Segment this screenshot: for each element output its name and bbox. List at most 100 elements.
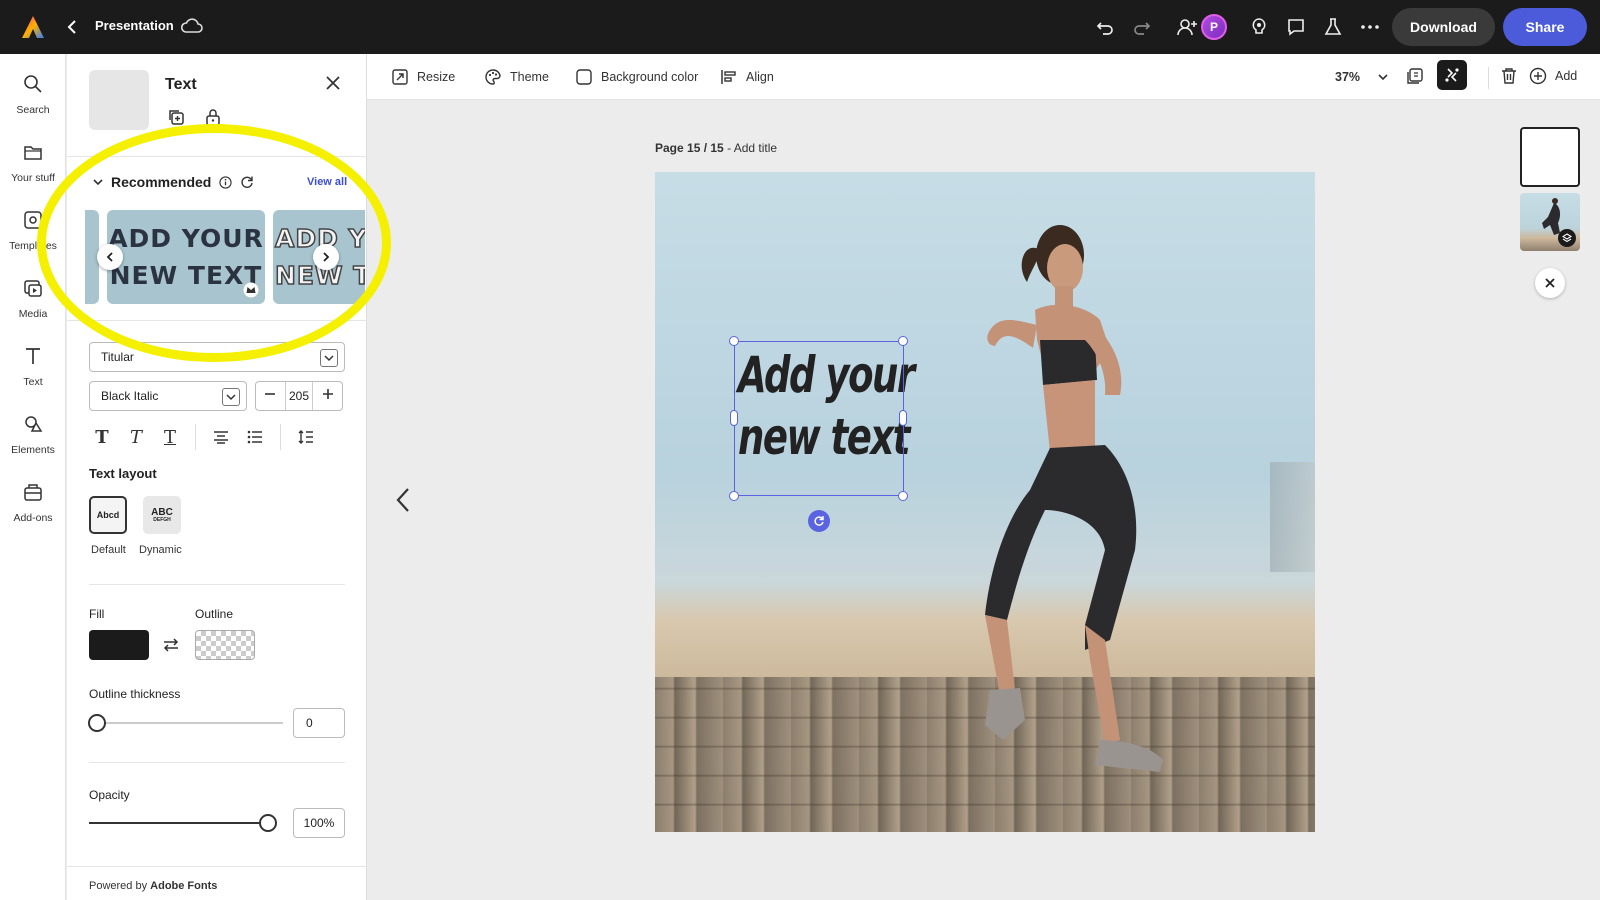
divider: [89, 584, 345, 585]
outline-color-swatch[interactable]: [195, 630, 255, 660]
divider: [67, 320, 367, 321]
view-all-link[interactable]: View all: [307, 176, 347, 188]
layout-dynamic-option[interactable]: ABC DEFGH: [143, 496, 181, 534]
resize-handle-left[interactable]: [730, 410, 738, 426]
share-button[interactable]: Share: [1503, 8, 1587, 46]
previous-page-chevron-left-icon[interactable]: [394, 486, 412, 521]
outline-thickness-slider-handle[interactable]: [88, 714, 106, 732]
runner-photo: [985, 225, 1163, 772]
italic-icon[interactable]: T: [119, 424, 153, 450]
resize-handle-right[interactable]: [899, 410, 907, 426]
zoom-value: 37%: [1335, 70, 1361, 84]
delete-trash-icon[interactable]: [1500, 67, 1518, 90]
opacity-slider-handle[interactable]: [259, 814, 277, 832]
bullet-list-icon[interactable]: [238, 424, 272, 450]
align-center-icon[interactable]: [204, 424, 238, 450]
info-icon[interactable]: [219, 175, 232, 189]
fill-color-swatch[interactable]: [89, 630, 149, 660]
layout-preview: Abcd: [96, 510, 120, 520]
resize-handle-bottom-left[interactable]: [729, 491, 739, 501]
background-color-icon: [575, 68, 593, 86]
style-card[interactable]: ADD YOUR NEW TEXT: [107, 210, 265, 304]
resize-handle-top-left[interactable]: [729, 336, 739, 346]
back-icon[interactable]: [64, 16, 84, 38]
layout-preview: ABC: [151, 506, 173, 518]
recommended-header[interactable]: Recommended: [93, 174, 254, 190]
resize-handle-top-right[interactable]: [898, 336, 908, 346]
increase-size-plus-icon[interactable]: [313, 387, 342, 405]
layout-default-label: Default: [91, 544, 126, 556]
background-color-label: Background color: [601, 70, 699, 84]
avatar[interactable]: P: [1199, 12, 1229, 42]
pages-grid-icon[interactable]: [1406, 67, 1424, 90]
decrease-size-minus-icon[interactable]: [256, 387, 285, 405]
addons-icon: [24, 484, 42, 501]
duplicate-icon[interactable]: [167, 108, 185, 131]
more-icon[interactable]: [1355, 12, 1385, 42]
rail-item-templates[interactable]: Templates: [0, 210, 66, 254]
background-color-button[interactable]: Background color: [575, 68, 698, 86]
rail-label: Your stuff: [11, 172, 55, 184]
rotate-handle-icon[interactable]: [808, 510, 830, 532]
opacity-input[interactable]: 100%: [293, 808, 345, 838]
bold-icon[interactable]: T: [85, 424, 119, 450]
layout-preview-sub: DEFGH: [153, 516, 171, 523]
theme-palette-icon: [484, 68, 502, 86]
rail-label: Elements: [11, 444, 55, 456]
lightbulb-icon[interactable]: [1244, 12, 1274, 42]
redo-icon[interactable]: [1127, 12, 1157, 42]
font-family-select[interactable]: Titular: [89, 342, 345, 372]
document-title[interactable]: Presentation: [95, 18, 174, 33]
carousel-prev-chevron-left-icon[interactable]: [97, 244, 123, 270]
zoom-select[interactable]: 37%: [1335, 70, 1388, 84]
font-style-select[interactable]: Black Italic: [89, 381, 247, 411]
cloud-sync-icon[interactable]: [180, 16, 204, 41]
powered-by: Powered by Adobe Fonts: [89, 880, 217, 892]
comment-icon[interactable]: [1281, 12, 1311, 42]
page-canvas[interactable]: [655, 172, 1315, 832]
resize-handle-bottom-right[interactable]: [898, 491, 908, 501]
download-button[interactable]: Download: [1392, 8, 1495, 46]
adobe-fonts-link[interactable]: Adobe Fonts: [150, 880, 217, 892]
rail-item-elements[interactable]: Elements: [0, 414, 66, 458]
line-spacing-icon[interactable]: [289, 424, 323, 450]
text-panel: Text Recommended View all ADD YOUR NEW T…: [67, 54, 367, 900]
theme-button[interactable]: Theme: [484, 68, 549, 86]
carousel-next-chevron-right-icon[interactable]: [313, 244, 339, 270]
close-pages-icon[interactable]: [1535, 268, 1565, 298]
chevron-down-icon: [320, 349, 338, 367]
rail-item-text[interactable]: Text: [0, 346, 66, 390]
rail-item-media[interactable]: Media: [0, 278, 66, 322]
align-icon: [720, 68, 738, 86]
lock-icon[interactable]: [205, 108, 221, 131]
media-icon: [24, 280, 42, 297]
rail-label: Add-ons: [13, 512, 53, 524]
labs-flask-icon[interactable]: [1318, 12, 1348, 42]
rail-item-search[interactable]: Search: [0, 74, 66, 118]
underline-icon[interactable]: T: [153, 424, 187, 450]
swap-colors-icon[interactable]: [162, 637, 180, 658]
layout-default-option[interactable]: Abcd: [89, 496, 127, 534]
align-button[interactable]: Align: [720, 68, 774, 86]
page-thumbnail-current[interactable]: [1520, 193, 1580, 251]
undo-icon[interactable]: [1090, 12, 1120, 42]
invite-user-icon[interactable]: [1172, 12, 1202, 42]
refresh-icon[interactable]: [240, 175, 254, 189]
rail-item-add-ons[interactable]: Add-ons: [0, 482, 66, 526]
rail-item-your-stuff[interactable]: Your stuff: [0, 142, 66, 186]
resize-button[interactable]: Resize: [391, 68, 455, 86]
card-line: ADD YOUR: [108, 223, 264, 253]
layers-badge-icon: [1558, 229, 1576, 247]
background-pier: [1270, 462, 1315, 572]
font-size-input[interactable]: 205: [284, 382, 314, 410]
page-thumbnail[interactable]: [1520, 127, 1580, 187]
rail-label: Text: [23, 376, 43, 388]
adobe-express-logo-icon[interactable]: [20, 14, 46, 40]
layers-button[interactable]: [1437, 60, 1467, 90]
divider: [89, 762, 345, 763]
close-icon[interactable]: [325, 74, 341, 97]
add-button[interactable]: Add: [1529, 67, 1577, 85]
outline-thickness-input[interactable]: 0: [293, 708, 345, 738]
outline-thickness-slider-track[interactable]: [97, 722, 283, 724]
page-title-input[interactable]: Add title: [734, 141, 777, 155]
